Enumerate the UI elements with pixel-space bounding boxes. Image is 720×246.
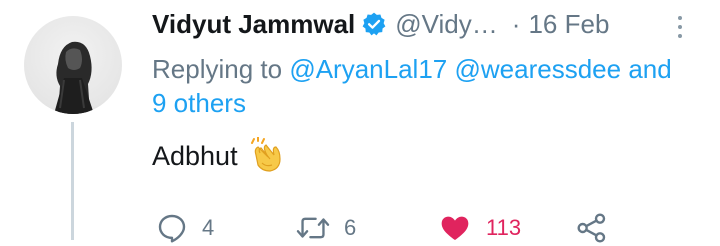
- share-icon: [577, 213, 606, 243]
- avatar-silhouette-icon: [54, 41, 94, 114]
- tweet-header: Vidyut Jammwal @Vidy… · 16 Feb: [152, 8, 708, 40]
- retweet-button[interactable]: 6: [296, 210, 356, 246]
- avatar[interactable]: [24, 16, 122, 114]
- tweet-actions: 4 6 113: [152, 210, 652, 246]
- reply-icon: [158, 214, 186, 243]
- heart-icon: [441, 216, 469, 240]
- more-options-icon[interactable]: [668, 12, 692, 42]
- verified-badge-icon: [361, 11, 387, 37]
- clapping-hands-icon: [248, 137, 286, 175]
- tweet-text: Adbhut: [152, 136, 708, 176]
- share-button[interactable]: [576, 210, 608, 246]
- reply-button[interactable]: 4: [156, 210, 214, 246]
- like-count: 113: [486, 215, 522, 240]
- tweet-date[interactable]: 16 Feb: [528, 9, 609, 40]
- tweet-text-body: Adbhut: [152, 140, 238, 171]
- mention-link[interactable]: @wearessdee: [454, 54, 621, 84]
- tweet-content: Vidyut Jammwal @Vidy… · 16 Feb Replying …: [152, 8, 708, 176]
- author-handle[interactable]: @Vidy…: [395, 9, 498, 40]
- reply-count: 4: [202, 215, 215, 240]
- replying-to: Replying to @AryanLal17 @wearessdee and …: [152, 52, 692, 120]
- thread-line: [71, 122, 74, 240]
- retweet-count: 6: [344, 215, 357, 240]
- retweet-icon: [296, 217, 330, 239]
- author-name[interactable]: Vidyut Jammwal: [152, 9, 355, 40]
- separator-dot: ·: [511, 8, 521, 39]
- like-button[interactable]: 113: [438, 210, 521, 246]
- mention-link[interactable]: @AryanLal17: [289, 54, 447, 84]
- replying-to-label: Replying to: [152, 54, 283, 84]
